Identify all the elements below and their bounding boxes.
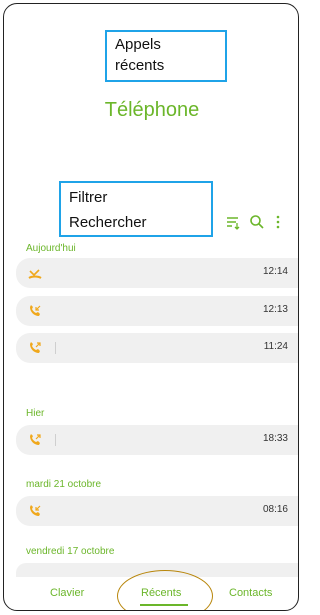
page-title: Téléphone	[104, 99, 200, 121]
section-header-date: vendredi 17 octobre	[26, 546, 115, 557]
call-list-item[interactable]: 12:13	[16, 296, 298, 326]
call-time: 12:13	[262, 304, 288, 315]
annotation-line-2: Rechercher	[69, 214, 147, 231]
section-header-today: Aujourd'hui	[26, 243, 76, 254]
annotation-line-1: Filtrer	[69, 189, 108, 206]
call-time: 18:33	[262, 433, 288, 444]
call-time: 12:14	[262, 266, 288, 277]
annotation-line-1: Appels	[115, 36, 161, 53]
section-header-yesterday: Hier	[26, 408, 45, 419]
phone-screen: Appels récents Téléphone Filtrer Recherc…	[3, 3, 299, 611]
tab-contacts[interactable]: Contacts	[229, 587, 272, 599]
call-list-item[interactable]: 12:14	[16, 258, 298, 288]
annotation-appels-recents: Appels récents	[105, 30, 227, 82]
incoming-call-icon	[30, 505, 41, 516]
call-list-item[interactable]: 18:33	[16, 425, 298, 455]
tab-clavier[interactable]: Clavier	[50, 587, 84, 599]
call-list-item[interactable]: 11:24	[16, 333, 298, 363]
outgoing-call-icon	[30, 434, 41, 445]
incoming-call-icon	[30, 305, 41, 316]
contact-name-placeholder	[55, 434, 56, 446]
contact-name-placeholder	[55, 342, 56, 354]
search-icon[interactable]	[249, 214, 265, 230]
missed-call-icon	[28, 269, 42, 279]
annotation-filtrer-rechercher: Filtrer Rechercher	[59, 181, 213, 237]
more-vert-icon[interactable]	[270, 214, 286, 230]
section-header-date: mardi 21 octobre	[26, 479, 102, 490]
call-time: 08:16	[262, 504, 288, 515]
call-time: 11:24	[263, 341, 288, 352]
call-list-item[interactable]: 08:16	[16, 496, 298, 526]
outgoing-call-icon	[30, 342, 41, 353]
filter-icon[interactable]	[225, 214, 241, 230]
annotation-line-2: récents	[115, 57, 165, 74]
